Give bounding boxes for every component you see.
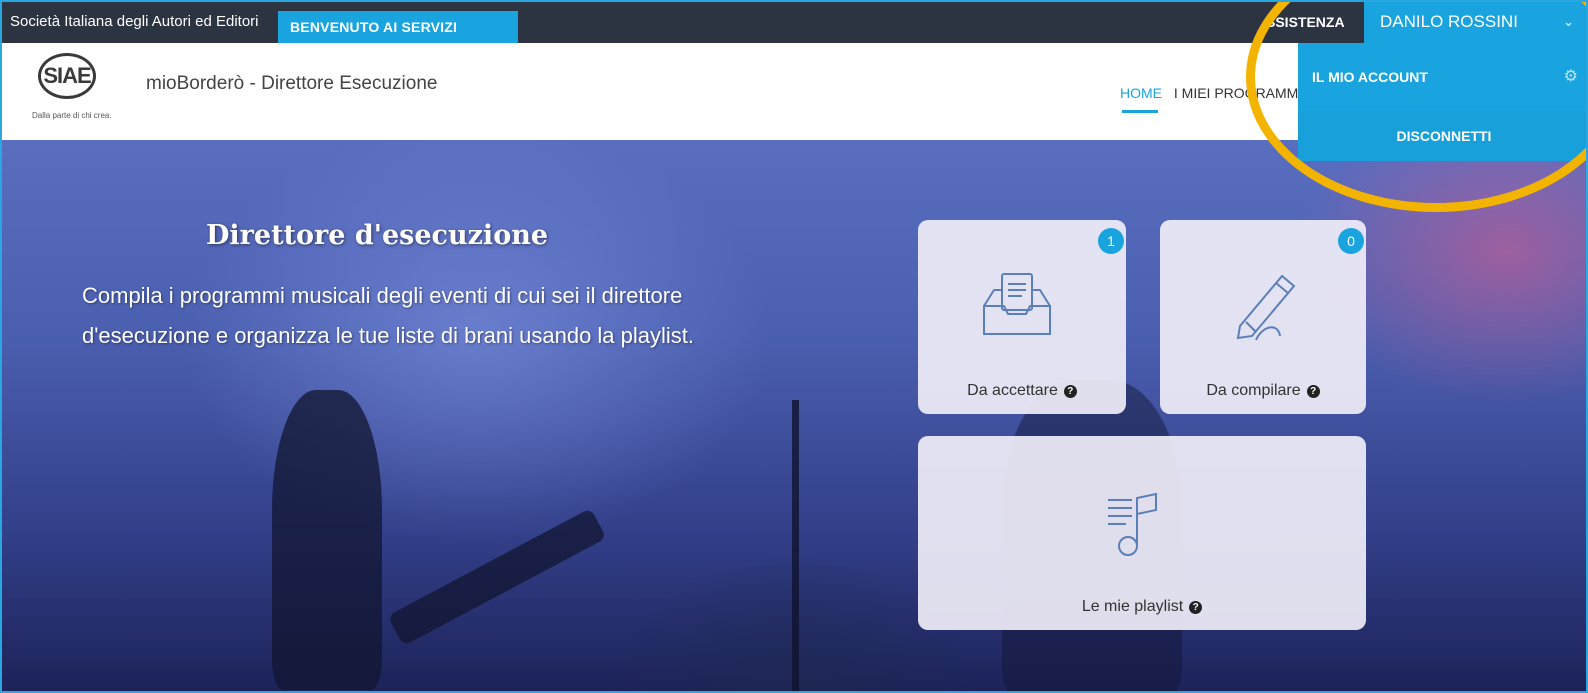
guitarist-silhouette bbox=[272, 390, 382, 690]
top-bar: Società Italiana degli Autori ed Editori… bbox=[2, 2, 1586, 67]
card-playlists-label: Le mie playlist bbox=[1081, 598, 1184, 615]
music-playlist-icon bbox=[1108, 492, 1157, 556]
logout-label: DISCONNETTI bbox=[1396, 128, 1492, 144]
logout-menu-item[interactable]: DISCONNETTI bbox=[1298, 111, 1586, 161]
question-circle-icon[interactable]: ? bbox=[1306, 385, 1320, 398]
guitar-silhouette bbox=[387, 508, 607, 646]
logo-tagline: Dalla parte di chi crea. bbox=[32, 111, 112, 120]
app-window: Società Italiana degli Autori ed Editori… bbox=[0, 0, 1588, 693]
my-account-menu-item[interactable]: IL MIO ACCOUNT ⚙ bbox=[1298, 43, 1586, 111]
pencil-signature-icon bbox=[1236, 274, 1296, 341]
card-to-accept[interactable]: Da accettare? bbox=[918, 220, 1126, 414]
card-to-fill-label-wrap: Da compilare? bbox=[1160, 382, 1366, 400]
card-to-fill[interactable]: Da compilare? bbox=[1160, 220, 1366, 414]
hero-subtitle: Compila i programmi musicali degli event… bbox=[82, 283, 695, 348]
card-to-accept-label: Da accettare bbox=[967, 382, 1058, 399]
inbox-document-icon bbox=[983, 273, 1051, 335]
my-account-label: IL MIO ACCOUNT bbox=[1312, 69, 1428, 85]
organization-name: Società Italiana degli Autori ed Editori bbox=[10, 13, 259, 30]
siae-logo-mark: SIAE bbox=[38, 53, 96, 99]
nav-home[interactable]: HOME bbox=[1120, 85, 1162, 101]
assistance-link[interactable]: SSISTENZA bbox=[1266, 2, 1345, 43]
nav-my-programs[interactable]: I MIEI PROGRAMMI bbox=[1174, 85, 1302, 101]
to-fill-count-badge: 0 bbox=[1338, 228, 1364, 254]
gear-icon: ⚙ bbox=[1563, 68, 1578, 85]
user-menu-button[interactable]: DANILO ROSSINI ⌄ bbox=[1364, 2, 1586, 43]
welcome-services-button[interactable]: BENVENUTO AI SERVIZI ONLINE⌄ bbox=[278, 11, 518, 67]
card-to-fill-label: Da compilare bbox=[1206, 382, 1301, 399]
nav-active-indicator bbox=[1122, 110, 1158, 113]
app-title: mioBorderò - Direttore Esecuzione bbox=[146, 73, 438, 94]
hero-section: Direttore d'esecuzione Compila i program… bbox=[2, 140, 1586, 691]
question-circle-icon[interactable]: ? bbox=[1063, 385, 1077, 398]
user-name: DANILO ROSSINI bbox=[1380, 12, 1518, 31]
chevron-down-icon: ⌄ bbox=[1563, 14, 1574, 29]
mic-stand bbox=[792, 400, 799, 691]
card-to-accept-label-wrap: Da accettare? bbox=[918, 382, 1126, 400]
to-accept-count-badge: 1 bbox=[1098, 228, 1124, 254]
siae-logo[interactable]: SIAE Dalla parte di chi crea. bbox=[32, 53, 122, 133]
card-playlists-label-wrap: Le mie playlist? bbox=[918, 598, 1366, 616]
question-circle-icon[interactable]: ? bbox=[1189, 601, 1203, 614]
card-my-playlists[interactable]: Le mie playlist? bbox=[918, 436, 1366, 630]
hero-title: Direttore d'esecuzione bbox=[206, 220, 549, 251]
user-dropdown-menu: IL MIO ACCOUNT ⚙ DISCONNETTI bbox=[1298, 43, 1586, 161]
